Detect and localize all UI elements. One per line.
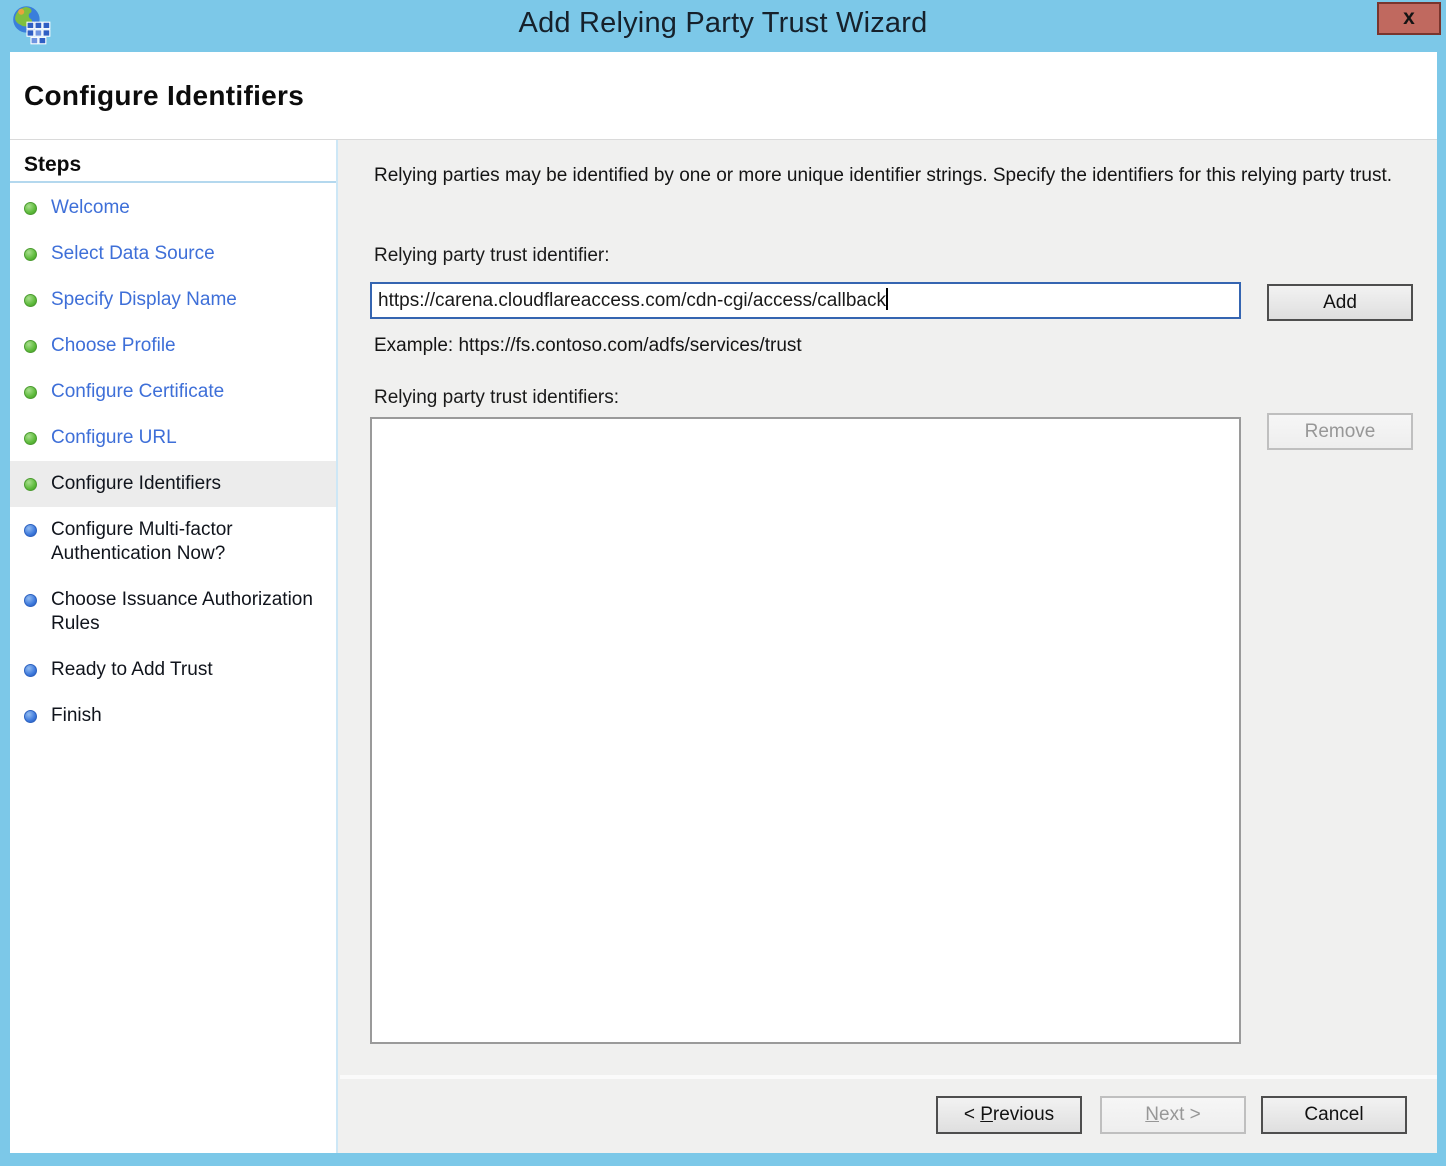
step-label: Configure Identifiers	[51, 472, 221, 496]
intro-text: Relying parties may be identified by one…	[374, 162, 1399, 190]
wizard-footer: < Previous Next > Cancel	[340, 1079, 1437, 1153]
step-label: Welcome	[51, 196, 130, 220]
close-x-icon: x	[1403, 6, 1415, 29]
sidebar-step-configure-certificate[interactable]: Configure Certificate	[10, 369, 336, 415]
step-bullet-upcoming-icon	[24, 664, 37, 677]
sidebar-step-specify-display-name[interactable]: Specify Display Name	[10, 277, 336, 323]
identifier-input-value: https://carena.cloudflareaccess.com/cdn-…	[378, 290, 886, 311]
remove-button[interactable]: Remove	[1267, 413, 1413, 450]
example-text: Example: https://fs.contoso.com/adfs/ser…	[374, 335, 802, 357]
steps-panel-title: Steps	[10, 140, 336, 181]
sidebar-step-choose-profile[interactable]: Choose Profile	[10, 323, 336, 369]
steps-list: Welcome Select Data Source Specify Display…	[10, 183, 336, 739]
step-bullet-done-icon	[24, 340, 37, 353]
steps-sidebar: Steps Welcome Select Data Source Specify D…	[10, 140, 338, 1153]
add-button[interactable]: Add	[1267, 284, 1413, 321]
step-bullet-done-icon	[24, 248, 37, 261]
step-label: Select Data Source	[51, 242, 215, 266]
step-label: Configure Multi-factor Authentication No…	[51, 518, 328, 566]
sidebar-step-configure-identifiers: Configure Identifiers	[10, 461, 336, 507]
step-label: Ready to Add Trust	[51, 658, 213, 682]
page-title: Configure Identifiers	[24, 80, 304, 112]
step-label: Configure Certificate	[51, 380, 224, 404]
identifiers-listbox[interactable]	[370, 417, 1241, 1044]
sidebar-step-welcome[interactable]: Welcome	[10, 185, 336, 231]
title-bar[interactable]: Add Relying Party Trust Wizard x	[0, 0, 1446, 52]
step-label: Specify Display Name	[51, 288, 237, 312]
step-label: Finish	[51, 704, 102, 728]
step-label: Choose Issuance Authorization Rules	[51, 588, 328, 636]
sidebar-step-choose-issuance-authorization-rules: Choose Issuance Authorization Rules	[10, 577, 336, 647]
sidebar-step-configure-multi-factor-authentication-now: Configure Multi-factor Authentication No…	[10, 507, 336, 577]
step-bullet-upcoming-icon	[24, 524, 37, 537]
wizard-body: Steps Welcome Select Data Source Specify D…	[10, 139, 1437, 1153]
cancel-button[interactable]: Cancel	[1261, 1096, 1407, 1134]
text-caret	[886, 288, 888, 310]
step-label: Configure URL	[51, 426, 177, 450]
step-bullet-done-icon	[24, 386, 37, 399]
sidebar-step-configure-url[interactable]: Configure URL	[10, 415, 336, 461]
step-bullet-done-icon	[24, 202, 37, 215]
sidebar-step-finish: Finish	[10, 693, 336, 739]
step-bullet-done-icon	[24, 294, 37, 307]
close-button[interactable]: x	[1377, 2, 1441, 35]
step-bullet-upcoming-icon	[24, 710, 37, 723]
step-bullet-upcoming-icon	[24, 594, 37, 607]
sidebar-step-ready-to-add-trust: Ready to Add Trust	[10, 647, 336, 693]
sidebar-step-select-data-source[interactable]: Select Data Source	[10, 231, 336, 277]
identifiers-list-label: Relying party trust identifiers:	[374, 387, 619, 409]
step-bullet-done-icon	[24, 478, 37, 491]
window-title: Add Relying Party Trust Wizard	[0, 7, 1446, 40]
step-label: Choose Profile	[51, 334, 176, 358]
next-button[interactable]: Next >	[1100, 1096, 1246, 1134]
wizard-header: Configure Identifiers	[10, 52, 1437, 139]
relying-party-identifier-input[interactable]: https://carena.cloudflareaccess.com/cdn-…	[370, 282, 1241, 319]
identifier-input-label: Relying party trust identifier:	[374, 245, 610, 267]
configure-identifiers-pane: Relying parties may be identified by one…	[340, 140, 1437, 1153]
step-bullet-done-icon	[24, 432, 37, 445]
previous-button[interactable]: < Previous	[936, 1096, 1082, 1134]
add-relying-party-trust-wizard-window: { "window": { "title": "Add Relying Part…	[0, 0, 1446, 1166]
